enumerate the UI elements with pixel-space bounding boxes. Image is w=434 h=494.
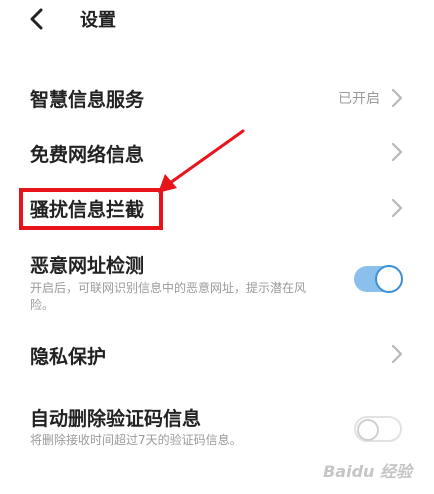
row-harassment-interception[interactable]: 骚扰信息拦截 bbox=[0, 186, 434, 230]
row-smart-info-service[interactable]: 智慧信息服务 已开启 bbox=[0, 76, 434, 120]
toggle-knob bbox=[357, 419, 379, 441]
row-subtitle: 将删除接收时间超过7天的验证码信息。 bbox=[30, 433, 242, 447]
page-title: 设置 bbox=[80, 10, 116, 31]
row-privacy-protection[interactable]: 隐私保护 bbox=[0, 332, 434, 376]
malicious-url-toggle[interactable] bbox=[354, 265, 403, 293]
row-title: 恶意网址检测 bbox=[30, 255, 145, 277]
auto-delete-toggle[interactable] bbox=[354, 416, 402, 442]
row-title: 隐私保护 bbox=[30, 346, 107, 368]
chevron-right-icon bbox=[391, 198, 403, 218]
row-title: 免费网络信息 bbox=[30, 144, 145, 166]
watermark: Baidu 经验 bbox=[323, 462, 412, 481]
back-button[interactable] bbox=[22, 4, 52, 34]
status-text: 已开启 bbox=[338, 91, 380, 107]
row-auto-delete-codes: 自动删除验证码信息 将删除接收时间超过7天的验证码信息。 bbox=[0, 396, 434, 456]
row-malicious-url-detection: 恶意网址检测 开启后，可联网识别信息中的恶意网址，提示潜在风险。 bbox=[0, 244, 434, 314]
row-subtitle: 开启后，可联网识别信息中的恶意网址，提示潜在风险。 bbox=[30, 281, 307, 312]
back-arrow-icon bbox=[30, 8, 43, 30]
chevron-right-icon bbox=[391, 344, 403, 364]
header-bar: 设置 bbox=[0, 0, 434, 40]
toggle-knob bbox=[375, 265, 403, 293]
chevron-right-icon bbox=[391, 142, 403, 162]
row-title: 智慧信息服务 bbox=[30, 89, 145, 111]
row-title: 骚扰信息拦截 bbox=[30, 199, 145, 221]
row-title: 自动删除验证码信息 bbox=[30, 408, 202, 430]
row-free-network-info[interactable]: 免费网络信息 bbox=[0, 130, 434, 174]
chevron-right-icon bbox=[391, 88, 403, 108]
